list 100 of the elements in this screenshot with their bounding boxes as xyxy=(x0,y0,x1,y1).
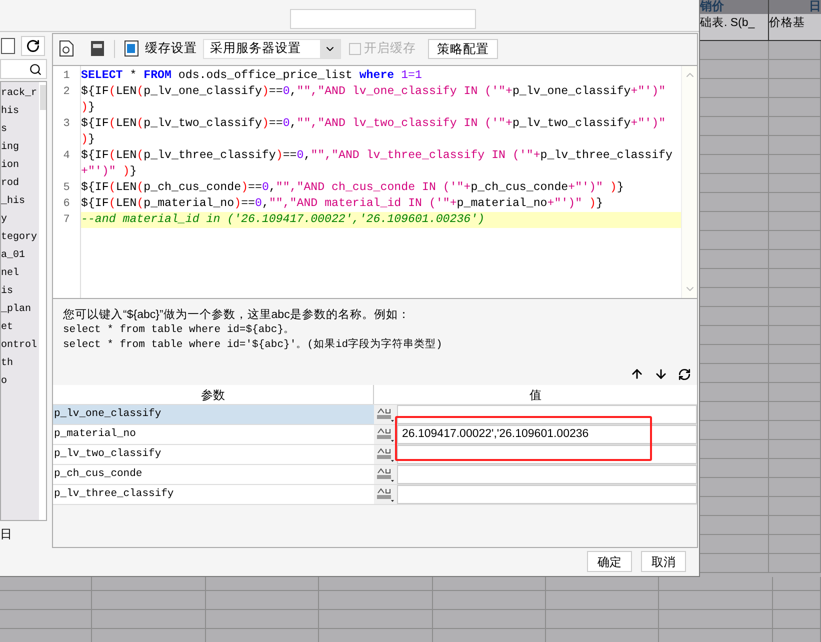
sheet-cell xyxy=(769,307,821,326)
code-line: ${IF(LEN(p_ch_cus_conde)==0,"","AND ch_cus_conde IN ('"+p_ch_cus_conde+"')" )} xyxy=(81,180,625,196)
sheet-cell xyxy=(769,174,821,193)
tree-item[interactable]: th xyxy=(1,355,39,373)
cache-label: 缓存设置 xyxy=(145,40,197,58)
sheet-cell xyxy=(700,155,769,174)
sheet-header-cell-text: 日 xyxy=(808,0,821,14)
param-value-field[interactable] xyxy=(397,405,697,424)
tree-item[interactable]: s xyxy=(1,121,39,139)
sheet-cell xyxy=(769,497,821,516)
string-type-icon[interactable] xyxy=(376,486,395,502)
param-row[interactable]: p_lv_one_classify xyxy=(53,405,697,425)
tree-item[interactable]: is xyxy=(1,283,39,301)
param-row[interactable]: p_lv_three_classify xyxy=(53,485,697,505)
sheet-cell xyxy=(769,136,821,155)
sheet-cell xyxy=(769,402,821,421)
sheet-cell xyxy=(700,269,769,288)
sql-file-icon[interactable] xyxy=(90,40,105,57)
sheet-cell xyxy=(773,577,821,591)
param-name: p_lv_one_classify xyxy=(53,406,162,422)
sheet-cell xyxy=(769,554,821,573)
dialog-button[interactable]: 确定 xyxy=(587,551,632,572)
cache-checkbox-label: 开启缓存 xyxy=(364,40,416,58)
search-field[interactable] xyxy=(0,59,47,79)
sheet-cell xyxy=(700,174,769,193)
view-icon[interactable] xyxy=(1,38,15,54)
sheet-cell: 础表. S(b_ xyxy=(700,14,769,40)
tree-item[interactable]: et xyxy=(1,319,39,337)
param-row[interactable]: p_material_no 26.109417.00022','26.109601.00236 xyxy=(53,425,697,445)
dialog-button[interactable]: 取消 xyxy=(641,551,686,572)
param-row[interactable]: p_ch_cus_conde xyxy=(53,465,697,485)
line-number: 4 xyxy=(62,149,71,164)
string-type-icon[interactable] xyxy=(376,406,395,422)
sheet-cell xyxy=(769,383,821,402)
help-text: 您可以键入“${abc}”做为一个参数，这里abc是参数的名称。例如： xyxy=(63,308,411,323)
sheet-cell xyxy=(769,155,821,174)
sheet-cell xyxy=(700,326,769,345)
param-value-field[interactable] xyxy=(397,465,697,484)
refresh-icon[interactable] xyxy=(21,36,45,56)
param-row[interactable]: p_lv_two_classify xyxy=(53,445,697,465)
param-name: p_lv_three_classify xyxy=(53,486,175,502)
sheet-cell xyxy=(769,269,821,288)
sheet-cell xyxy=(769,193,821,212)
move-up-icon[interactable] xyxy=(630,367,644,381)
tree-item[interactable]: nel xyxy=(1,265,39,283)
cache-icon[interactable] xyxy=(124,40,139,57)
sheet-cell xyxy=(700,212,769,231)
sheet-cell xyxy=(769,326,821,345)
tree-item[interactable]: rack_r xyxy=(1,85,39,103)
code-line: ${IF(LEN(p_lv_three_classify)==0,"","AND lv_three_classify IN ('"+p_lv_three_classify xyxy=(81,148,674,164)
string-type-icon[interactable] xyxy=(376,466,395,482)
sheet-cell xyxy=(769,79,821,98)
scrollbar-thumb[interactable] xyxy=(40,85,46,110)
move-down-icon[interactable] xyxy=(654,367,668,381)
column-header: 参数 xyxy=(53,385,374,404)
sheet-cell xyxy=(700,383,769,402)
tree-item[interactable]: _his xyxy=(1,193,39,211)
line-number: 2 xyxy=(62,85,71,100)
string-type-icon[interactable] xyxy=(376,426,395,442)
sql-editor[interactable] xyxy=(53,65,697,299)
line-number: 6 xyxy=(62,197,71,212)
sheet-cell xyxy=(700,231,769,250)
sheet-cell xyxy=(700,459,769,478)
string-type-icon[interactable] xyxy=(376,446,395,462)
sheet-cell xyxy=(769,98,821,117)
cache-select[interactable]: 采用服务器设置 xyxy=(203,38,341,58)
sheet-cell xyxy=(700,250,769,269)
tree-item[interactable]: a_01 xyxy=(1,247,39,265)
param-value-field[interactable] xyxy=(397,445,697,464)
sheet-cell xyxy=(769,345,821,364)
tree-item[interactable]: _plan xyxy=(1,301,39,319)
param-value-field[interactable]: 26.109417.00022','26.109601.00236 xyxy=(397,425,697,444)
tree-item[interactable]: ing xyxy=(1,139,39,157)
sheet-cell xyxy=(700,421,769,440)
refresh-icon[interactable] xyxy=(678,368,691,380)
tree-item[interactable]: tegory xyxy=(1,229,39,247)
tree-item[interactable]: ontrol xyxy=(1,337,39,355)
tree-item[interactable]: rod xyxy=(1,175,39,193)
line-number: 5 xyxy=(62,181,71,196)
sheet-cell xyxy=(769,250,821,269)
sheet-cell xyxy=(700,554,769,573)
sheet-cell xyxy=(700,497,769,516)
sheet-cell xyxy=(700,193,769,212)
param-value-field[interactable] xyxy=(397,485,697,504)
tree-item[interactable]: y xyxy=(1,211,39,229)
strategy-button[interactable]: 策略配置 xyxy=(428,38,498,58)
line-number: 1 xyxy=(62,69,71,84)
sheet-cell xyxy=(769,288,821,307)
name-field[interactable] xyxy=(290,9,476,29)
sheet-cell xyxy=(700,307,769,326)
sheet-cell xyxy=(769,440,821,459)
sheet-cell xyxy=(700,117,769,136)
tree-item[interactable]: ion xyxy=(1,157,39,175)
sheet-cell xyxy=(769,535,821,554)
sheet-cell xyxy=(700,364,769,383)
sheet-cell xyxy=(700,60,769,79)
tree-item[interactable]: his xyxy=(1,103,39,121)
preview-icon[interactable] xyxy=(59,40,74,57)
help-example: select * from table where id=${abc}。 xyxy=(63,323,296,338)
tree-item[interactable]: o xyxy=(1,373,39,391)
